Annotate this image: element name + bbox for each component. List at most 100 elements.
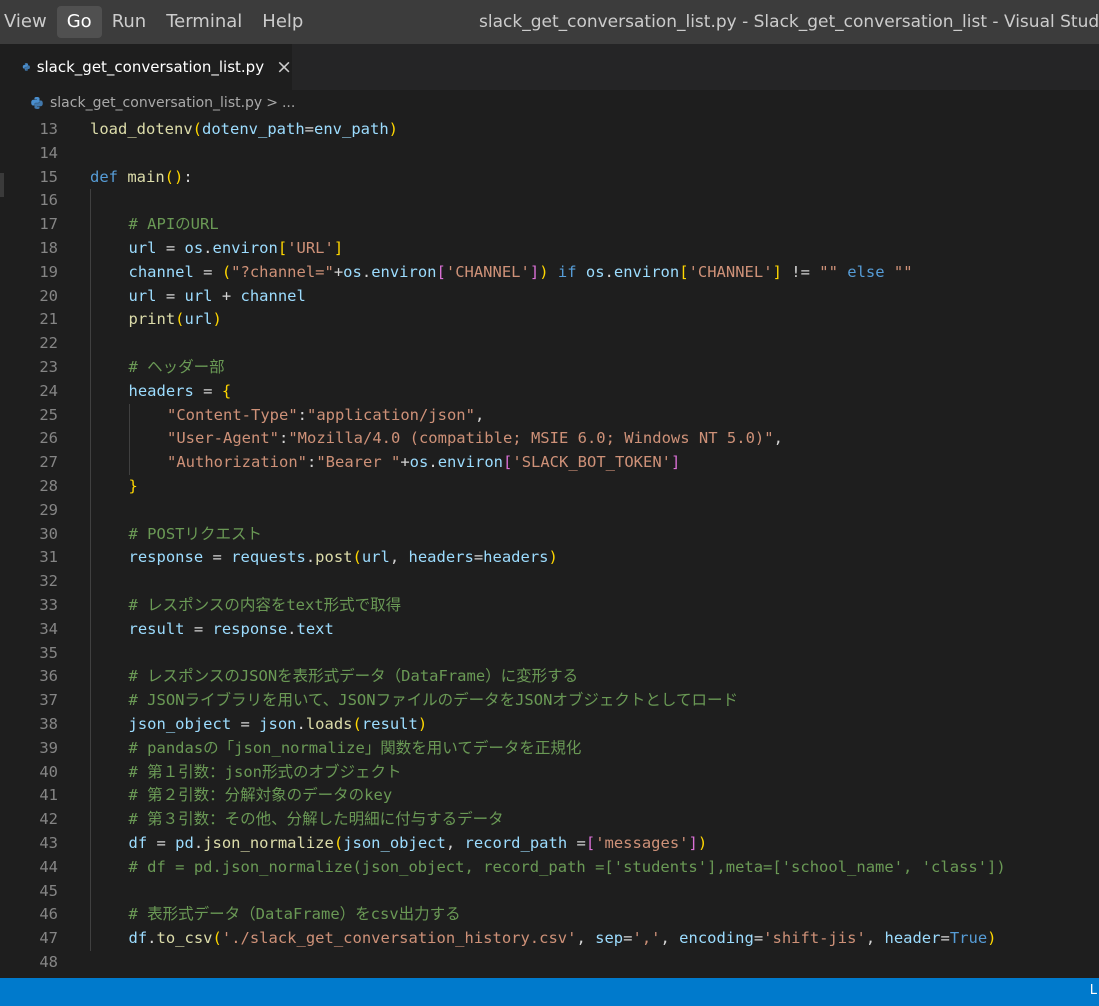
code-token: channel [128,262,194,281]
code-line[interactable]: 43 df = pd.json_normalize(json_object, re… [0,832,1099,856]
code-line[interactable]: 23 # ヘッダー部 [0,356,1099,380]
code-line[interactable]: 28} [0,475,1099,499]
line-number: 45 [39,881,58,900]
code-line[interactable]: 20 url = url + channel [0,284,1099,309]
menu-view[interactable]: View [0,6,57,38]
indent-guide [90,808,91,832]
code-token: record_path [464,834,568,852]
breadcrumb-file[interactable]: slack_get_conversation_list.py [50,95,262,111]
tab-label: slack_get_conversation_list.py [36,58,265,76]
code-text: channel = ("?channel="+os.environ['CHANN… [129,261,913,285]
code-token: = [193,381,222,400]
code-token: headers [408,548,474,567]
line-number: 14 [39,143,58,162]
menu-go[interactable]: Go [56,6,102,38]
code-line[interactable]: 35 [0,641,1099,666]
code-token: . [287,619,297,638]
line-number: 42 [39,810,58,829]
menu-terminal[interactable]: Terminal [156,6,252,38]
code-line[interactable]: 45 [0,879,1099,904]
status-bar: L [0,978,1099,1006]
code-line[interactable]: 44 # df = pd.json_normalize(json_object, … [0,855,1099,880]
code-line[interactable]: 14 [0,142,1099,166]
code-line[interactable]: 15 def main(): [0,166,1099,190]
code-token: "User-Agent" [167,429,279,448]
code-token: # df = pd.json_normalize(json_object, re… [128,857,1006,876]
code-line[interactable]: 40 # 第１引数：json形式のオブジェクト [0,760,1099,785]
editor-tab[interactable]: slack_get_conversation_list.py × [0,44,292,90]
breadcrumb-more[interactable]: ... [282,95,295,111]
code-token: . [147,929,157,948]
code-token: ( [221,262,232,281]
line-number: 17 [39,215,58,234]
code-token: ( [175,310,185,329]
code-line[interactable]: 48 [0,951,1099,975]
code-token: if [548,262,586,281]
code-token: True [949,929,988,948]
indent-guide [90,617,91,642]
line-number: 32 [39,572,58,591]
code-token: # 第１引数：json形式のオブジェクト [128,762,402,781]
code-line[interactable]: 26 "User-Agent":"Mozilla/4.0 (compatible;… [0,427,1099,452]
code-line[interactable]: 47 df.to_csv('./slack_get_conversation_hi… [0,927,1099,951]
code-line[interactable]: 25 "Content-Type":"application/json", [0,403,1099,428]
line-number: 43 [39,834,58,852]
code-token: df [128,929,148,948]
code-line[interactable]: 18 url = os.environ['URL'] [0,237,1099,261]
code-token: post [315,548,353,567]
code-line[interactable]: 19 channel = ("?channel="+os.environ['CHA… [0,260,1099,285]
indent-guide [90,713,91,737]
code-token: = [753,929,764,948]
code-text: # 第１引数：json形式のオブジェクト [129,761,402,785]
code-line[interactable]: 33 # レスポンスの内容をtext形式で取得 [0,594,1099,618]
code-line[interactable]: 27 "Authorization":"Bearer "+os.environ['… [0,451,1099,475]
code-line[interactable]: 29 [0,498,1099,523]
code-token: env_path [314,120,389,138]
code-text: df.to_csv('./slack_get_conversation_hist… [129,927,997,951]
code-line[interactable]: 36 # レスポンスのJSONを表形式データ（DataFrame）に変形する [0,665,1099,690]
code-token: # レスポンスの内容をtext形式で取得 [128,596,402,614]
code-token: df [128,834,148,852]
menu-help[interactable]: Help [252,6,313,38]
code-token: "" [893,262,913,281]
code-token: != [781,262,820,281]
code-line[interactable]: 17 # APIのURL [0,213,1099,237]
python-file-icon [31,97,43,109]
code-token: print [128,310,176,329]
code-token: ] [688,834,698,852]
code-line[interactable]: 30 # POSTリクエスト [0,522,1099,547]
code-token: ( [352,715,362,733]
code-line[interactable]: 21 print(url) [0,308,1099,333]
code-line[interactable]: 42 # 第３引数：その他、分解した明細に付与するデータ [0,808,1099,832]
code-line[interactable]: 34 result = response.text [0,617,1099,642]
code-line[interactable]: 13 load_dotenv(dotenv_path=env_path) [0,118,1099,142]
code-line[interactable]: 37 # JSONライブラリを用いて、JSONファイルのデータをJSONオブジェク… [0,689,1099,713]
indent-guide [90,736,91,761]
menu-run[interactable]: Run [102,6,157,38]
indent-guide [128,451,130,475]
code-token: ] [772,262,782,281]
code-editor[interactable]: 13 load_dotenv(dotenv_path=env_path) 14 15 d… [0,118,1099,978]
code-line[interactable]: 32 [0,570,1099,594]
code-token: def [90,167,128,186]
code-line[interactable]: 41 # 第２引数：分解対象のデータのkey [0,784,1099,809]
code-token: [ [503,453,513,472]
code-line[interactable]: 16 [0,189,1099,214]
code-line[interactable]: 38 json_object = json.loads(result) [0,713,1099,737]
code-line[interactable]: 22 [0,332,1099,356]
line-number: 18 [39,239,58,257]
code-line[interactable]: 46 # 表形式データ（DataFrame）をcsv出力する [0,903,1099,928]
line-number: 40 [39,762,58,781]
code-token: environ [371,262,437,281]
line-number: 15 [39,167,58,186]
code-line[interactable]: 24 headers = { [0,379,1099,404]
status-item[interactable]: L [1090,983,1097,998]
code-token: + [400,453,410,472]
code-token: os [343,262,362,281]
code-line[interactable]: 31 response = requests.post(url, headers=… [0,546,1099,571]
code-token: , [445,834,465,852]
close-icon[interactable]: × [276,57,292,77]
code-line[interactable]: 39 # pandasの「json_normalize」関数を用いてデータを正規化 [0,736,1099,761]
code-text: url = url + channel [129,285,306,309]
code-token: , [576,929,596,948]
